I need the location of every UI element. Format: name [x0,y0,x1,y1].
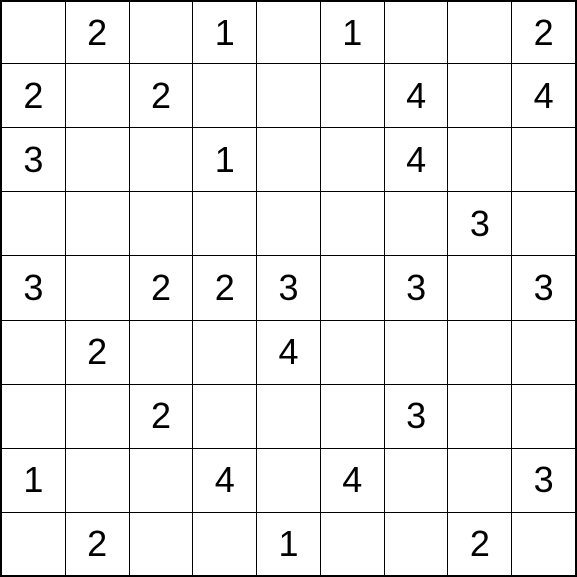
grid-cell[interactable] [385,449,449,513]
grid-cell[interactable] [385,192,449,256]
grid-cell[interactable] [66,128,130,192]
grid-cell[interactable]: 1 [193,128,257,192]
grid-cell[interactable] [0,321,66,385]
grid-cell[interactable] [512,128,577,192]
grid-cell[interactable] [257,449,321,513]
grid-cell[interactable]: 4 [512,64,577,128]
grid-row: 1 4 4 3 [0,449,577,513]
grid-cell[interactable] [385,0,449,64]
grid-cell[interactable]: 1 [0,449,66,513]
grid-row: 2 1 2 [0,513,577,577]
grid-cell[interactable]: 4 [385,64,449,128]
grid-cell[interactable] [257,64,321,128]
grid-cell[interactable] [130,513,194,577]
grid-cell[interactable]: 3 [0,256,66,320]
grid-row: 2 1 1 2 [0,0,577,64]
grid-cell[interactable] [321,321,385,385]
grid-row: 2 2 4 4 [0,64,577,128]
grid-cell[interactable] [66,385,130,449]
grid-cell[interactable] [448,64,512,128]
number-grid: 2 1 1 2 2 2 4 4 3 1 4 3 [0,0,577,577]
grid-cell[interactable] [193,64,257,128]
grid-row: 3 [0,192,577,256]
grid-cell[interactable] [257,385,321,449]
grid-cell[interactable] [193,385,257,449]
grid-cell[interactable] [193,513,257,577]
grid-cell[interactable] [512,385,577,449]
grid-cell[interactable]: 2 [66,0,130,64]
grid-cell[interactable]: 2 [193,256,257,320]
grid-cell[interactable] [512,192,577,256]
grid-cell[interactable] [321,128,385,192]
grid-cell[interactable]: 3 [0,128,66,192]
grid-cell[interactable]: 4 [321,449,385,513]
grid-cell[interactable] [321,256,385,320]
grid-cell[interactable] [321,385,385,449]
grid-cell[interactable]: 4 [385,128,449,192]
grid-cell[interactable] [321,513,385,577]
grid-cell[interactable]: 2 [512,0,577,64]
grid-cell[interactable] [448,385,512,449]
grid-cell[interactable] [0,513,66,577]
grid-cell[interactable] [130,192,194,256]
grid-cell[interactable]: 3 [385,256,449,320]
grid-cell[interactable] [257,0,321,64]
grid-cell[interactable]: 2 [130,385,194,449]
grid-cell[interactable]: 3 [512,256,577,320]
grid-cell[interactable] [448,0,512,64]
grid-cell[interactable] [193,192,257,256]
grid-row: 3 1 4 [0,128,577,192]
grid-cell[interactable]: 3 [385,385,449,449]
grid-cell[interactable] [130,449,194,513]
grid-cell[interactable] [448,321,512,385]
grid-cell[interactable]: 4 [193,449,257,513]
grid-cell[interactable]: 2 [448,513,512,577]
grid-cell[interactable] [66,449,130,513]
grid-cell[interactable]: 2 [130,256,194,320]
grid-cell[interactable] [512,513,577,577]
grid-cell[interactable]: 1 [193,0,257,64]
grid-cell[interactable] [448,128,512,192]
grid-cell[interactable] [0,192,66,256]
grid-cell[interactable] [385,513,449,577]
grid-cell[interactable] [0,385,66,449]
grid-cell[interactable] [193,321,257,385]
grid-cell[interactable] [66,64,130,128]
grid-cell[interactable] [448,256,512,320]
grid-cell[interactable] [321,192,385,256]
grid-cell[interactable] [130,0,194,64]
grid-row: 3 2 2 3 3 3 [0,256,577,320]
grid-cell[interactable]: 2 [0,64,66,128]
grid-cell[interactable]: 2 [130,64,194,128]
grid-cell[interactable] [448,449,512,513]
grid-row: 2 3 [0,385,577,449]
grid-cell[interactable] [66,256,130,320]
grid-cell[interactable]: 3 [512,449,577,513]
grid-cell[interactable]: 3 [448,192,512,256]
grid-cell[interactable] [0,0,66,64]
grid-cell[interactable]: 3 [257,256,321,320]
grid-cell[interactable] [321,64,385,128]
grid-cell[interactable] [130,128,194,192]
grid-cell[interactable] [66,192,130,256]
grid-cell[interactable]: 2 [66,513,130,577]
grid-cell[interactable]: 2 [66,321,130,385]
grid-cell[interactable] [130,321,194,385]
grid-cell[interactable] [512,321,577,385]
grid-cell[interactable]: 4 [257,321,321,385]
grid-cell[interactable] [257,128,321,192]
grid-cell[interactable]: 1 [321,0,385,64]
grid-cell[interactable] [257,192,321,256]
grid-row: 2 4 [0,321,577,385]
grid-cell[interactable] [385,321,449,385]
grid-cell[interactable]: 1 [257,513,321,577]
